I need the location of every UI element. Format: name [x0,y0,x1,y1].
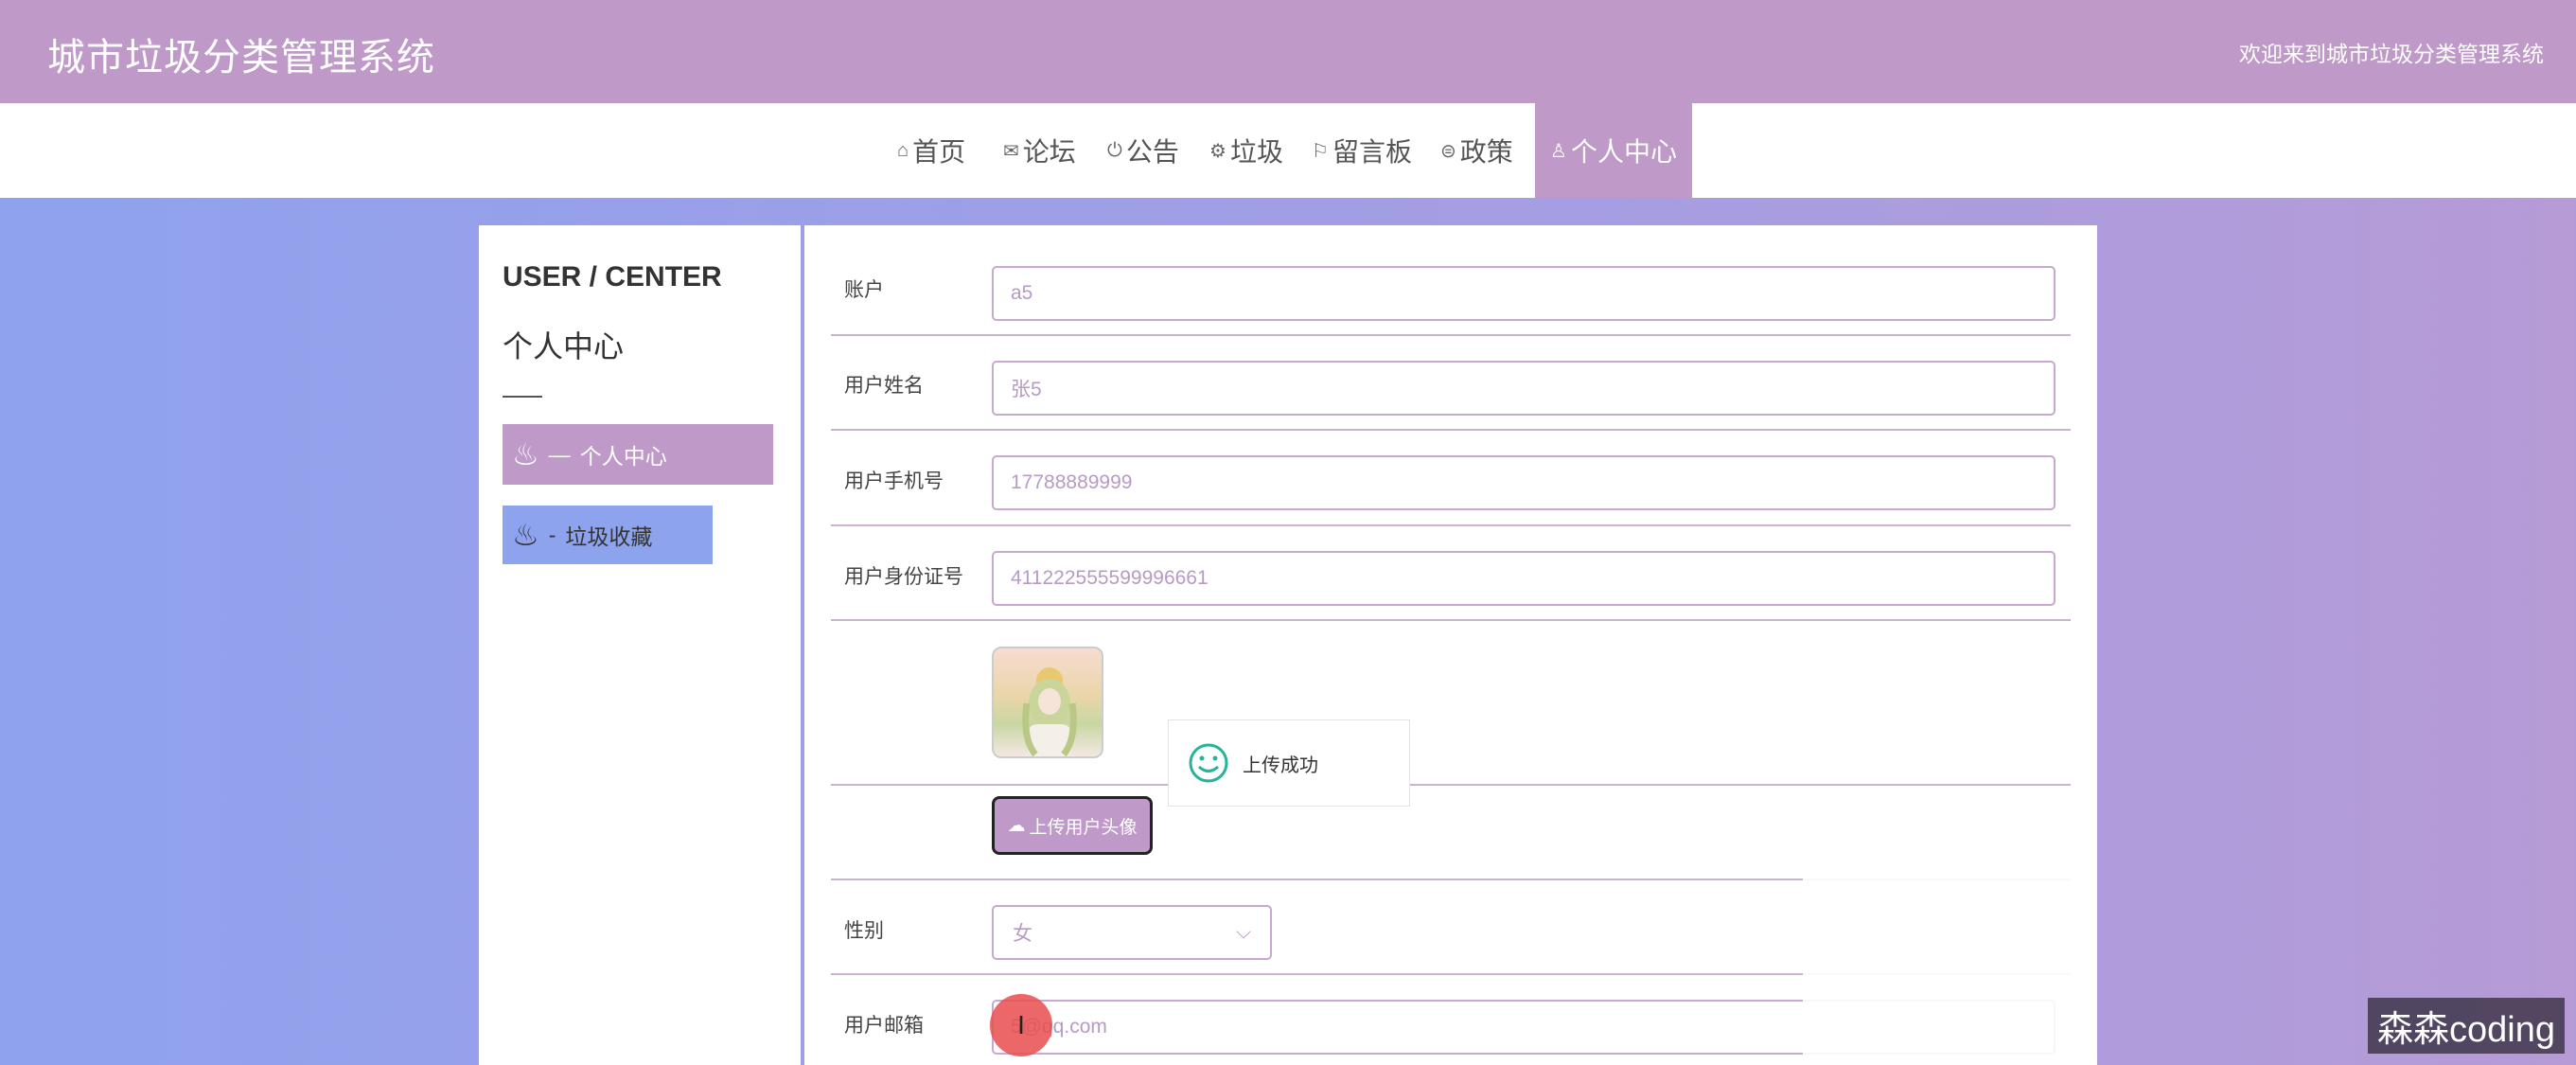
site-title: 城市垃圾分类管理系统 [47,37,435,79]
overlay-fade [1803,852,2096,1065]
gear-icon: ⚙ [1209,140,1226,162]
id-card-label: 用户身份证号 [844,566,963,588]
form-row-account: 账户 a5 [831,225,2071,336]
gender-value: 女 [1013,923,1032,945]
name-label: 用户姓名 [844,375,924,397]
flame-icon: ♨ [512,437,539,471]
sidebar-item-favorites[interactable]: ♨ - 垃圾收藏 [503,506,713,564]
toast-message: 上传成功 [1243,754,1318,776]
nav-item-policy[interactable]: ⊜ 政策 [1440,103,1513,198]
email-label: 用户邮箱 [844,1015,924,1037]
nav-label: 公告 [1125,137,1179,167]
nav-item-user-center[interactable]: ♙ 个人中心 [1535,103,1692,198]
user-center-sidebar: USER / CENTER 个人中心 ♨ — 个人中心 ♨ - 垃圾收藏 [479,225,801,1065]
watermark: 森森coding [2368,998,2565,1054]
mail-icon: ✉ [1003,140,1019,162]
mouse-cursor-indicator: I [990,994,1052,1056]
upload-success-toast: 上传成功 [1168,719,1410,807]
welcome-text: 欢迎来到城市垃圾分类管理系统 [2239,42,2544,66]
sidebar-item-prefix: - [548,522,556,547]
home-icon: ⌂ [897,139,909,161]
sidebar-title-en: USER / CENTER [503,261,722,293]
nav-label: 首页 [912,137,966,167]
nav-item-home[interactable]: ⌂ 首页 [897,103,965,198]
print-icon: ⊜ [1440,140,1456,162]
id-card-field[interactable]: 411222555599996661 [992,551,2056,606]
nav-item-message-board[interactable]: ⚐ 留言板 [1312,103,1412,198]
top-header-bar: 城市垃圾分类管理系统 欢迎来到城市垃圾分类管理系统 [0,0,2576,103]
form-row-id-card: 用户身份证号 411222555599996661 [831,526,2071,621]
phone-label: 用户手机号 [844,470,944,492]
nav-label: 留言板 [1332,137,1412,167]
flame-icon: ♨ [512,518,539,552]
text-cursor-icon: I [1017,1010,1025,1039]
main-nav: ⌂ 首页 ✉ 论坛 ⏻ 公告 ⚙ 垃圾 ⚐ 留言板 ⊜ 政策 ♙ 个人中心 [0,103,2576,198]
sidebar-title-cn: 个人中心 [503,329,625,364]
sidebar-item-label: 垃圾收藏 [565,524,653,549]
sidebar-item-prefix: — [548,441,571,467]
form-row-name: 用户姓名 张5 [831,336,2071,431]
power-icon: ⏻ [1107,139,1122,161]
sidebar-divider [503,396,542,398]
sidebar-item-user-center[interactable]: ♨ — 个人中心 [503,424,773,485]
flag-icon: ⚐ [1312,140,1329,162]
account-label: 账户 [844,279,884,301]
nav-item-garbage[interactable]: ⚙ 垃圾 [1209,103,1283,198]
nav-label: 个人中心 [1570,137,1677,167]
gender-select[interactable]: 女 ⌵ [992,905,1272,960]
chevron-down-icon: ⌵ [1236,921,1251,943]
sidebar-item-label: 个人中心 [579,444,667,469]
nav-item-forum[interactable]: ✉ 论坛 [1003,103,1076,198]
nav-label: 政策 [1459,137,1513,167]
account-field[interactable]: a5 [992,266,2056,321]
gender-label: 性别 [844,920,884,942]
phone-field[interactable]: 17788889999 [992,455,2056,510]
name-field[interactable]: 张5 [992,361,2056,416]
nav-label: 论坛 [1022,137,1076,167]
form-row-phone: 用户手机号 17788889999 [831,431,2071,526]
form-row-avatar [831,621,2071,786]
user-icon: ♙ [1550,140,1567,162]
nav-item-notice[interactable]: ⏻ 公告 [1107,103,1179,198]
smile-icon [1189,743,1228,783]
nav-label: 垃圾 [1229,137,1283,167]
